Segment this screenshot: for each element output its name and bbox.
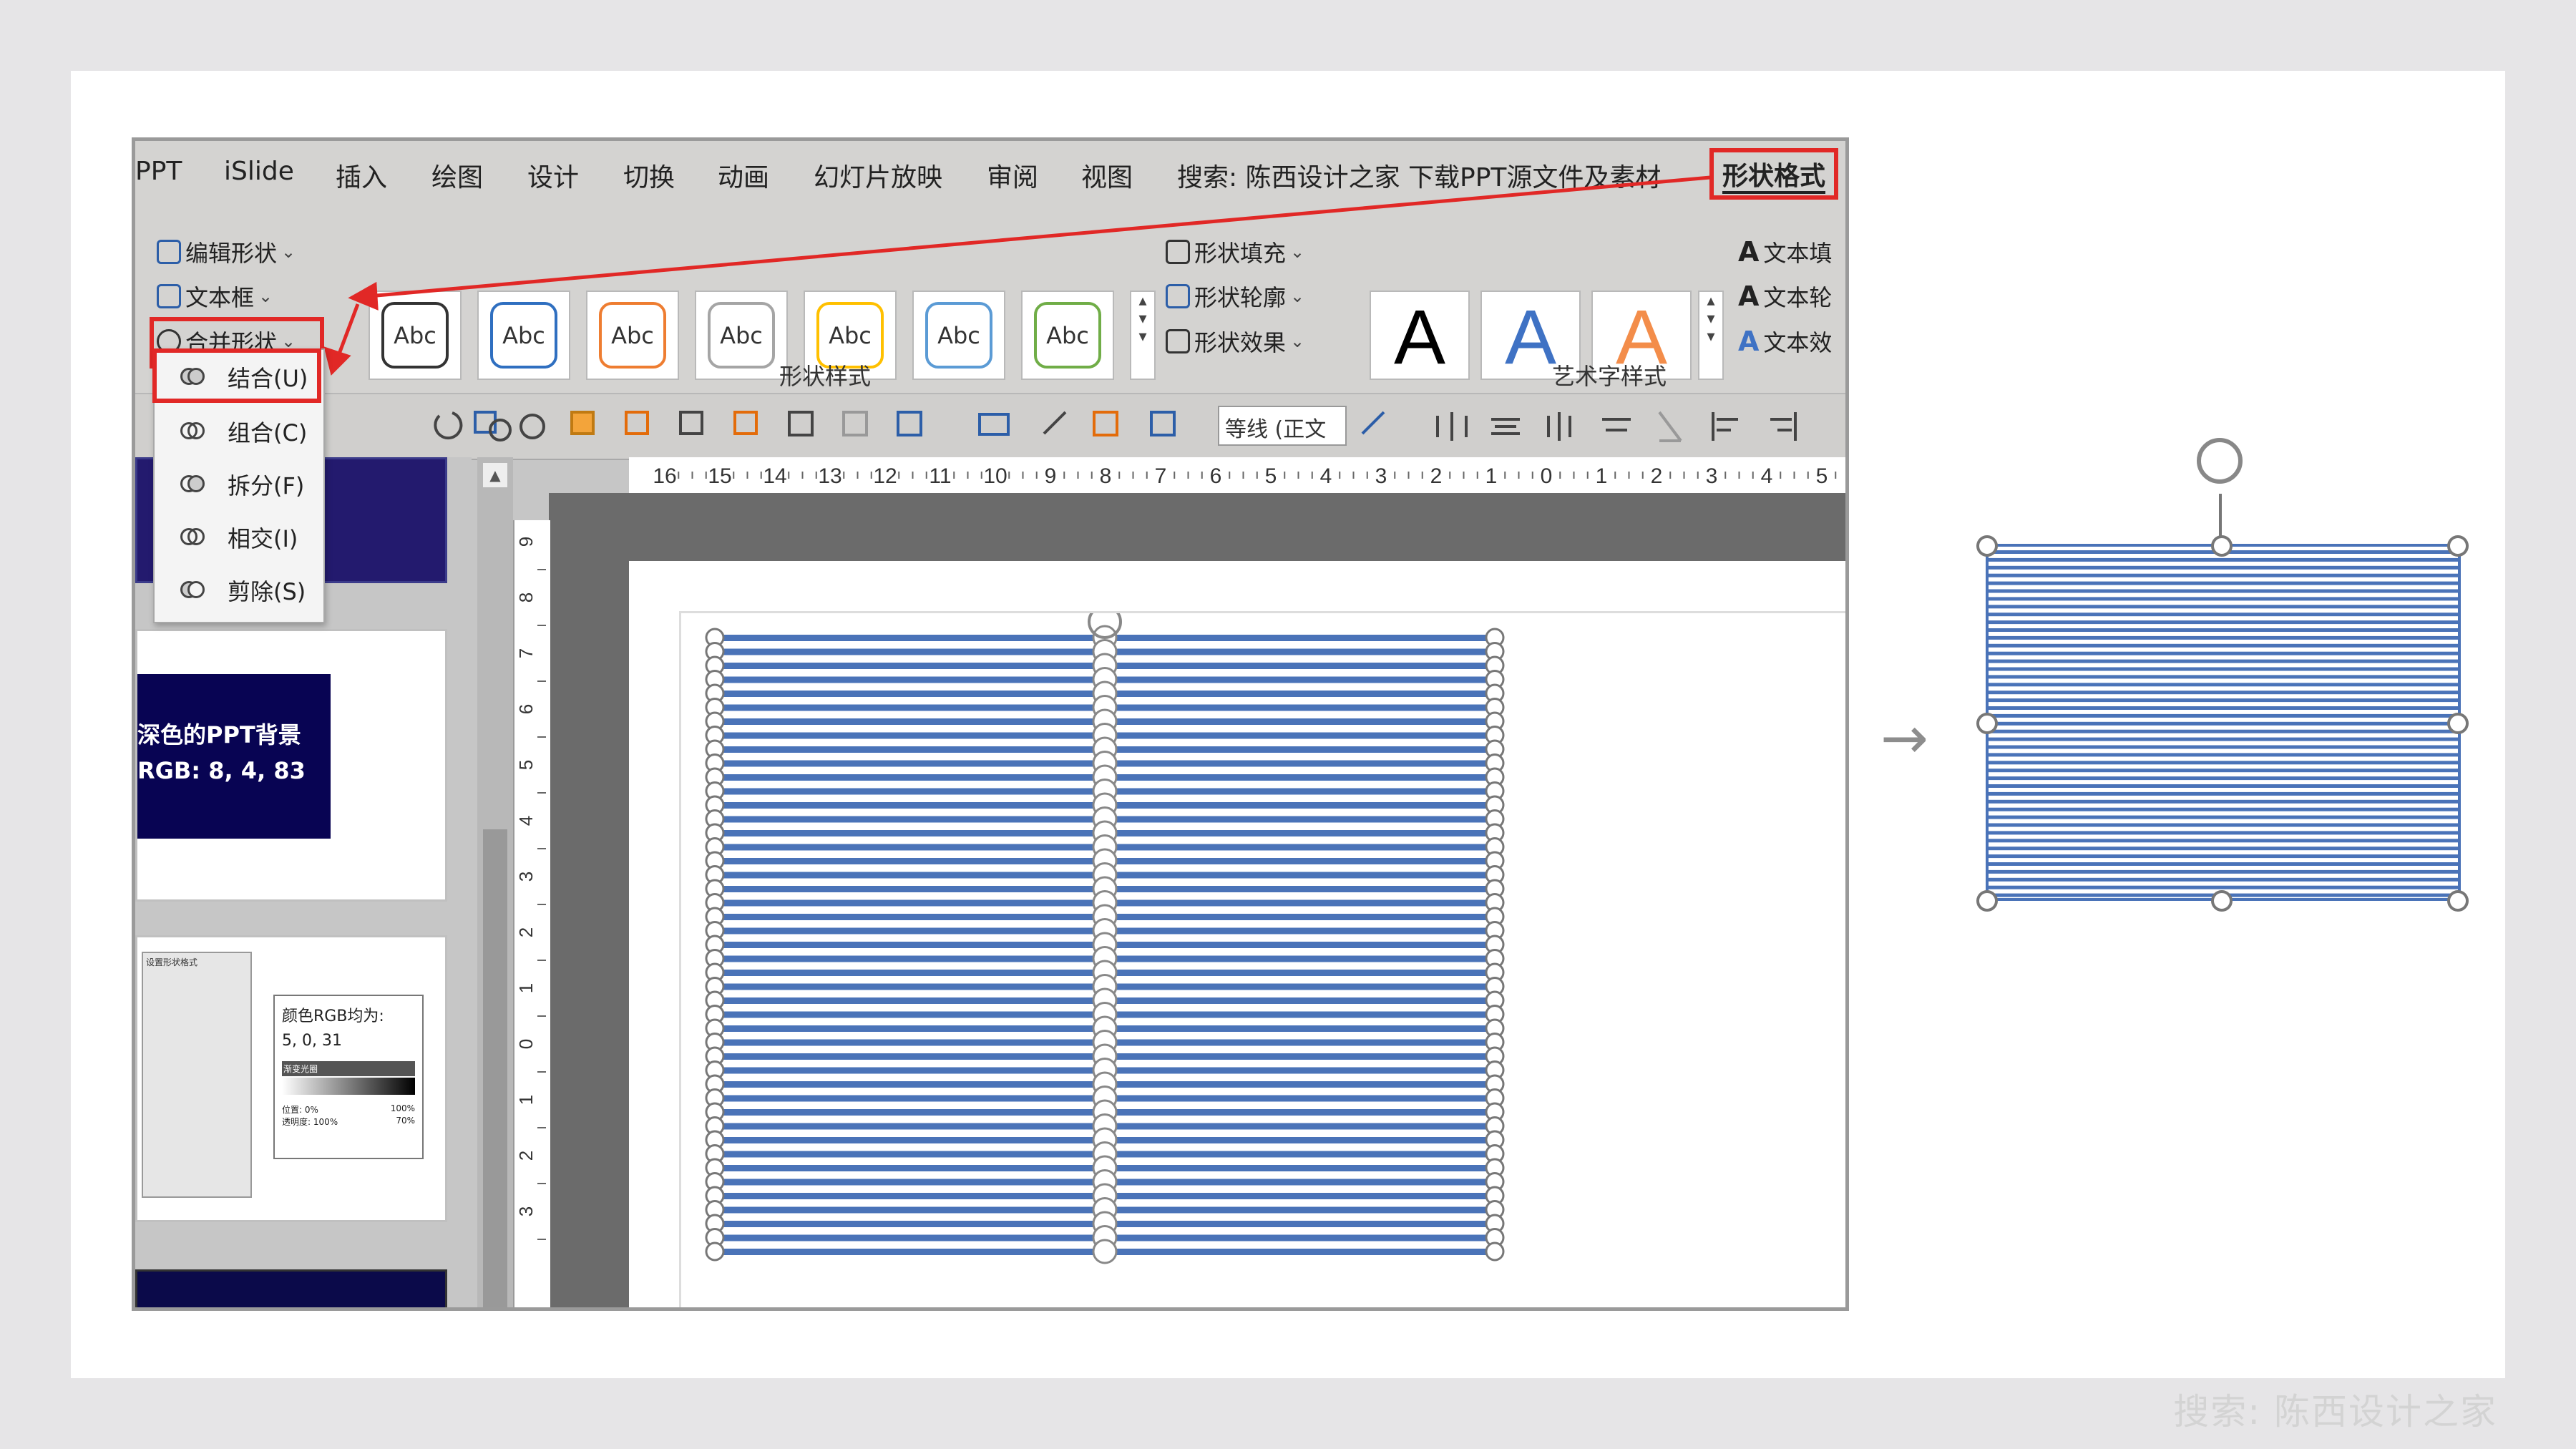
combined-stripe	[1987, 581, 2459, 585]
combined-stripe	[1987, 831, 2459, 835]
combined-stripe	[1987, 761, 2459, 765]
resize-handle[interactable]	[2211, 535, 2233, 557]
combined-stripe	[1987, 589, 2459, 593]
merge-fragment-item[interactable]: 拆分(F)	[155, 459, 323, 510]
arrow-right-icon: →	[1880, 705, 1929, 771]
combined-stripe	[1987, 620, 2459, 625]
combined-stripe	[1987, 691, 2459, 695]
combined-stripe	[1987, 869, 2459, 874]
combined-stripe	[1987, 713, 2459, 718]
combined-stripe	[1987, 659, 2459, 663]
resize-handle[interactable]	[2447, 890, 2469, 912]
combined-stripe	[1987, 667, 2459, 671]
arrow-head-icon	[323, 346, 351, 376]
combined-shape[interactable]	[1984, 542, 2470, 908]
combined-stripe	[1987, 729, 2459, 733]
merge-combine-item[interactable]: 组合(C)	[155, 406, 323, 457]
combined-stripe	[1987, 823, 2459, 827]
combined-stripe	[1987, 706, 2459, 710]
resize-handle[interactable]	[2447, 535, 2469, 557]
combined-stripe	[1987, 847, 2459, 851]
resize-handle[interactable]	[1976, 713, 1998, 734]
combined-stripe	[1987, 597, 2459, 601]
subtract-icon	[180, 580, 208, 601]
merge-subtract-label: 剪除(S)	[228, 578, 306, 605]
combined-stripe	[1987, 721, 2459, 726]
combined-stripe	[1987, 807, 2459, 811]
combined-stripe	[1987, 643, 2459, 648]
combined-stripe	[1987, 784, 2459, 788]
fragment-icon	[180, 474, 208, 495]
combined-stripe	[1987, 651, 2459, 655]
combined-stripe	[1987, 675, 2459, 679]
arrow-head-icon	[348, 281, 379, 311]
combined-stripe	[1987, 565, 2459, 570]
combined-stripe	[1987, 683, 2459, 687]
merge-intersect-item[interactable]: 相交(I)	[155, 512, 323, 563]
resize-handle[interactable]	[1976, 890, 1998, 912]
resize-handle[interactable]	[2211, 890, 2233, 912]
combine-icon	[180, 421, 208, 442]
combined-stripe	[1987, 839, 2459, 843]
combined-stripe	[1987, 613, 2459, 617]
intersect-icon	[180, 527, 208, 548]
combined-stripe	[1987, 737, 2459, 741]
combined-stripe	[1987, 854, 2459, 859]
combined-stripe	[1987, 769, 2459, 773]
combined-stripe	[1987, 815, 2459, 819]
resize-handle[interactable]	[1976, 535, 1998, 557]
combined-stripe	[1987, 799, 2459, 804]
merge-intersect-label: 相交(I)	[228, 525, 298, 552]
combined-stripe	[1987, 753, 2459, 757]
combined-stripe	[1987, 885, 2459, 889]
combined-stripe	[1987, 698, 2459, 703]
combined-stripe	[1987, 573, 2459, 577]
combined-stripe	[1987, 877, 2459, 882]
merge-combine-label: 组合(C)	[228, 419, 308, 447]
combined-stripe	[1987, 862, 2459, 866]
merge-fragment-label: 拆分(F)	[228, 472, 305, 499]
arrow-line-to-merge	[360, 175, 1711, 299]
resize-handle[interactable]	[2447, 713, 2469, 734]
combined-stripe	[1987, 745, 2459, 749]
combined-stripe	[1987, 628, 2459, 632]
combined-stripe	[1987, 776, 2459, 781]
combined-stripe	[1987, 791, 2459, 796]
combined-stripe	[1987, 635, 2459, 640]
combined-stripe	[1987, 557, 2459, 562]
union-highlight	[152, 348, 321, 403]
rotate-handle-icon[interactable]	[2197, 438, 2243, 484]
combined-stripe	[1987, 605, 2459, 609]
merge-subtract-item[interactable]: 剪除(S)	[155, 565, 323, 616]
